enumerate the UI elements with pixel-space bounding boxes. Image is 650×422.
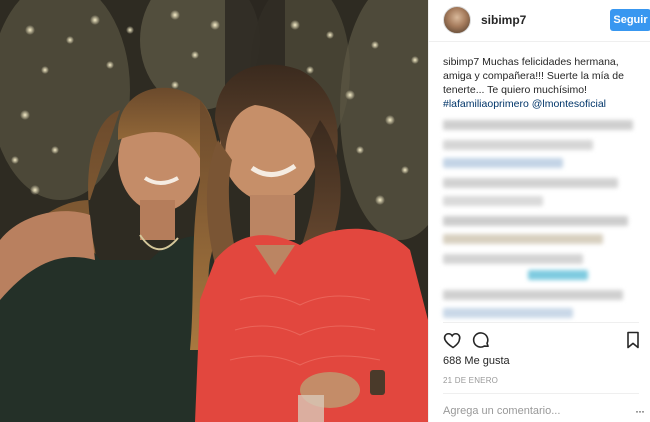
blurred-comment	[443, 120, 633, 130]
post-header: sibimp7 Seguir	[429, 0, 650, 42]
post-caption: sibimp7 Muchas felicidades hermana, amig…	[443, 55, 643, 111]
photo-illustration	[0, 0, 428, 422]
more-options-icon[interactable]: ···	[635, 404, 645, 418]
blurred-comment	[443, 140, 593, 150]
post-actions	[443, 330, 643, 352]
blurred-comment	[443, 234, 603, 244]
blurred-comment	[443, 158, 563, 168]
bookmark-outline-icon[interactable]	[623, 330, 643, 350]
hashtag-link[interactable]: #lafamiliaoprimero	[443, 98, 529, 110]
comments-list	[443, 116, 643, 326]
avatar[interactable]	[443, 6, 471, 34]
divider	[443, 393, 639, 394]
divider	[443, 322, 639, 323]
comment-bubble-icon[interactable]	[471, 330, 491, 350]
blurred-comment	[443, 216, 628, 226]
caption-username[interactable]: sibimp7	[443, 56, 479, 68]
likes-count[interactable]: 688 Me gusta	[443, 355, 510, 367]
blurred-comment	[443, 290, 623, 300]
follow-button[interactable]: Seguir	[610, 9, 650, 31]
comment-input[interactable]	[443, 403, 633, 419]
blurred-comment	[443, 178, 618, 188]
post-date[interactable]: 21 DE ENERO	[443, 376, 498, 385]
blurred-comment	[443, 254, 583, 264]
blurred-comment	[528, 270, 588, 280]
post-sidebar: sibimp7 Seguir sibimp7 Muchas felicidade…	[428, 0, 650, 422]
heart-outline-icon[interactable]	[443, 330, 463, 350]
username[interactable]: sibimp7	[481, 13, 526, 27]
post-photo[interactable]	[0, 0, 428, 422]
blurred-comment	[443, 196, 543, 206]
mention-link[interactable]: @lmontesoficial	[532, 98, 606, 110]
blurred-comment	[443, 308, 573, 318]
